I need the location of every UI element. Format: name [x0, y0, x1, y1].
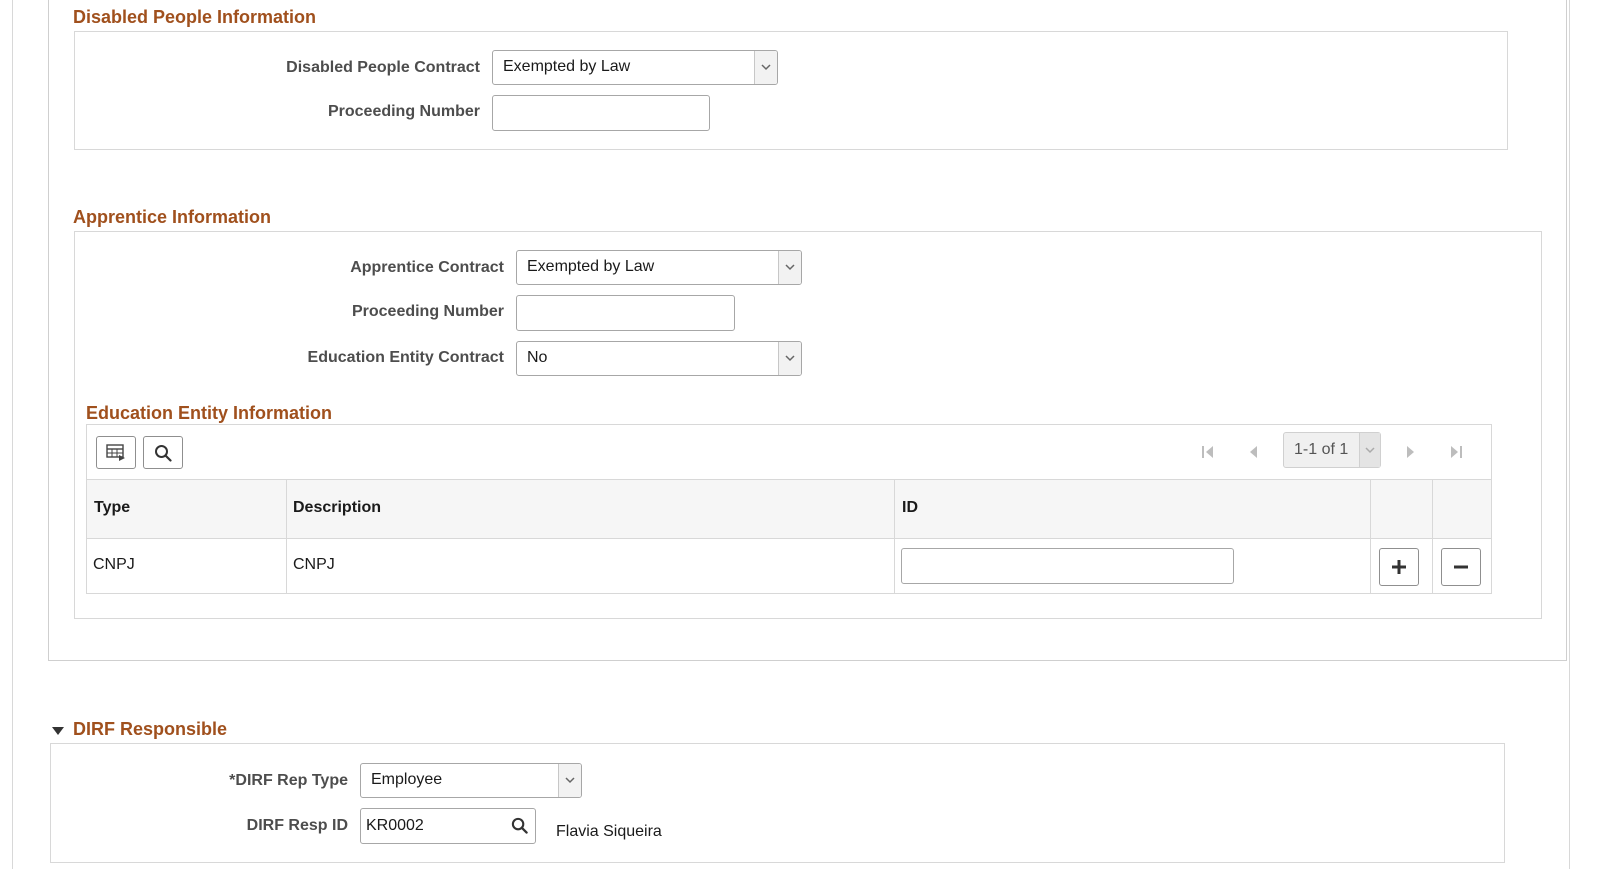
dirf-resp-id-label: DIRF Resp ID [246, 817, 348, 834]
column-header-description-label: Description [293, 499, 382, 516]
next-page-button[interactable] [1399, 438, 1423, 466]
apprentice-section-title: Apprentice Information [73, 207, 272, 227]
apprentice-proceeding-number-label: Proceeding Number [351, 303, 504, 320]
caret-down-icon [52, 727, 64, 735]
table-row-type: CNPJ [93, 556, 135, 573]
grid-find-button[interactable] [143, 436, 183, 469]
dirf-resp-id-value: KR0002 [366, 817, 424, 834]
chevron-down-icon [1359, 433, 1380, 467]
apprentice-contract-label: Apprentice Contract [350, 259, 504, 276]
disabled-people-section-title: Disabled People Information [73, 7, 317, 27]
grid-settings-icon [106, 443, 125, 461]
search-icon [511, 817, 528, 834]
minus-icon [1454, 565, 1468, 569]
table-row-id-input[interactable] [901, 548, 1234, 584]
disabled-people-box [74, 31, 1508, 150]
chevron-down-icon [754, 51, 777, 84]
apprentice-proceeding-number-input[interactable] [516, 295, 735, 331]
dirf-section-title[interactable]: DIRF Responsible [73, 719, 227, 740]
education-entity-contract-label: Education Entity Contract [307, 349, 504, 366]
apprentice-contract-value: Exempted by Law [527, 258, 655, 275]
page-left-border [12, 0, 13, 869]
apprentice-contract-select[interactable]: Exempted by Law [516, 250, 802, 285]
search-icon [155, 444, 172, 462]
previous-page-icon [1250, 446, 1257, 458]
previous-page-button[interactable] [1241, 438, 1265, 466]
disabled-people-contract-select[interactable]: Exempted by Law [492, 50, 778, 85]
grid-header-bottom-border [86, 538, 1492, 539]
add-row-button[interactable] [1379, 548, 1419, 586]
plus-icon [1392, 560, 1406, 574]
dirf-collapse-toggle[interactable] [51, 723, 67, 737]
column-header-id-label: ID [902, 499, 918, 516]
next-page-icon [1407, 446, 1414, 458]
dirf-rep-type-select[interactable]: Employee [360, 763, 582, 798]
column-header-description [287, 480, 895, 594]
grid-personalize-button[interactable] [96, 436, 136, 469]
dirf-resp-id-lookup-button[interactable] [508, 814, 530, 836]
education-entity-contract-select[interactable]: No [516, 341, 802, 376]
last-page-button[interactable] [1444, 438, 1468, 466]
table-row-description: CNPJ [293, 556, 335, 573]
last-page-icon [1451, 446, 1462, 458]
first-page-icon [1202, 446, 1213, 458]
education-entity-grid-title: Education Entity Information [86, 403, 332, 423]
column-header-type-label: Type [94, 499, 131, 516]
column-header-type [87, 480, 287, 594]
education-entity-contract-value: No [527, 349, 548, 366]
page-right-border [1569, 0, 1570, 869]
dirf-rep-type-label: *DIRF Rep Type [229, 772, 348, 789]
pager-select[interactable]: 1-1 of 1 [1283, 432, 1381, 468]
disabled-people-contract-value: Exempted by Law [503, 58, 631, 75]
chevron-down-icon [778, 342, 801, 375]
dirf-resp-name: Flavia Siqueira [556, 823, 662, 840]
disabled-proceeding-number-label: Proceeding Number [327, 103, 480, 120]
chevron-down-icon [558, 764, 581, 797]
disabled-proceeding-number-input[interactable] [492, 95, 710, 131]
disabled-people-contract-label: Disabled People Contract [286, 59, 480, 76]
pager-text: 1-1 of 1 [1294, 441, 1349, 458]
dirf-rep-type-value: Employee [371, 771, 443, 788]
chevron-down-icon [778, 251, 801, 284]
delete-row-button[interactable] [1441, 548, 1481, 586]
first-page-button[interactable] [1196, 438, 1220, 466]
dirf-box [50, 743, 1505, 863]
